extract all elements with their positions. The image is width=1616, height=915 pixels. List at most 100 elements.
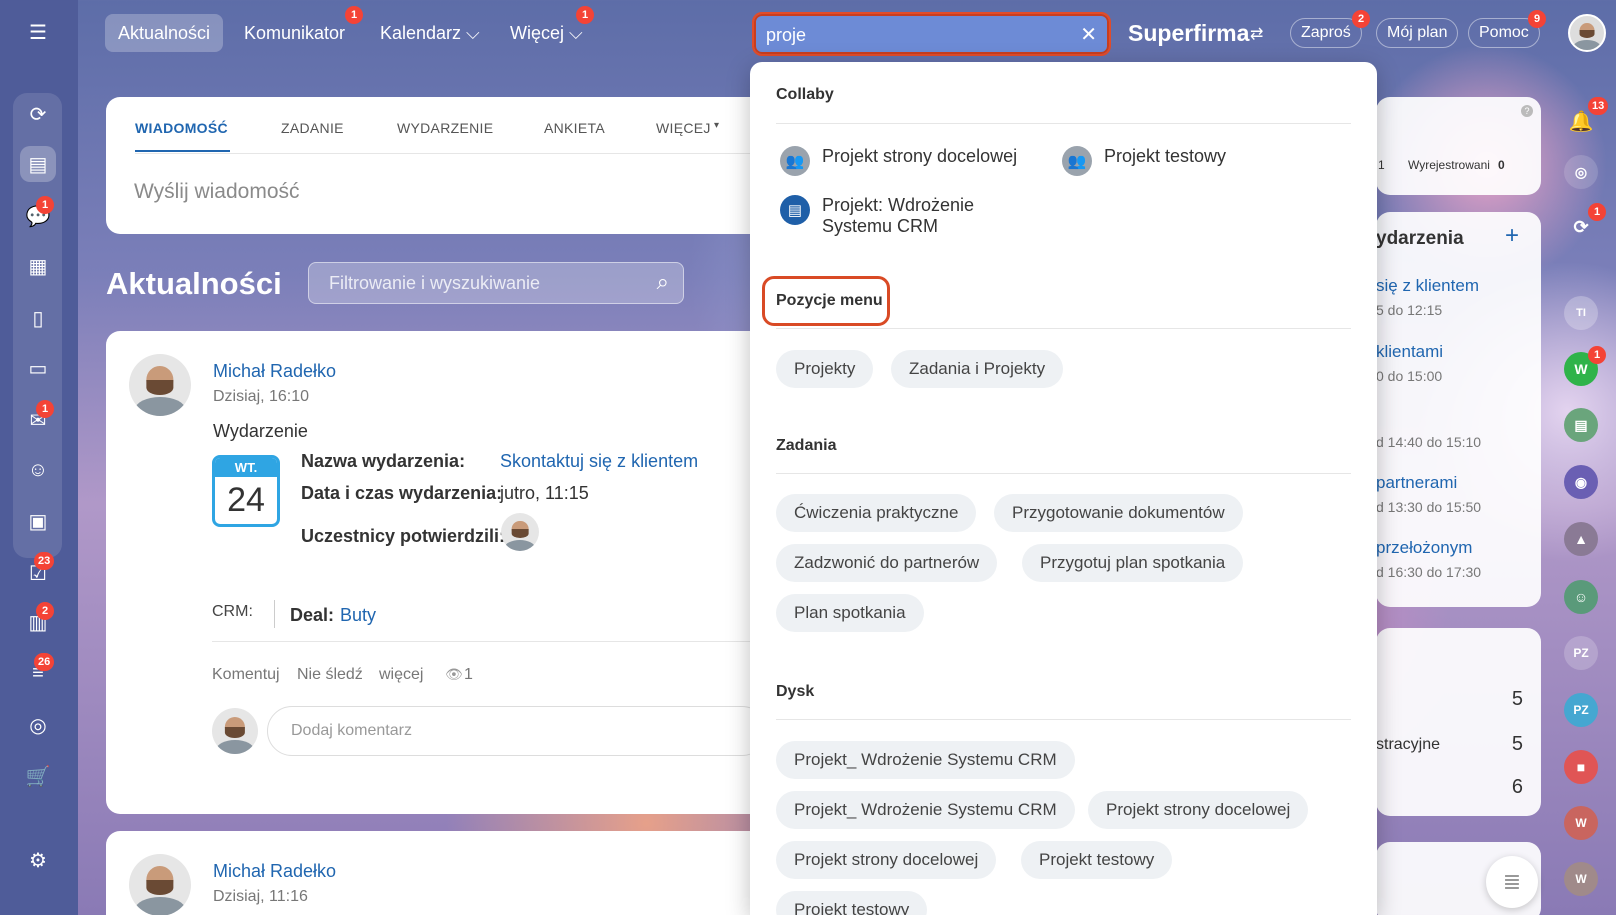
more-link[interactable]: więcej: [379, 666, 423, 684]
workflow-icon[interactable]: ⟳: [20, 96, 56, 132]
left-sidebar: ☰ ⟳ ▤ 💬 1 ▦ ▯ ▭ ✉ 1 ☺ ▣ ☑ 23 ▥ 2 ≡ 26 ◎ …: [0, 0, 78, 915]
comment-link[interactable]: Komentuj: [212, 666, 280, 684]
right-panel-events: ydarzenia + się z klientem 5 do 12:15 kl…: [1376, 212, 1541, 607]
tab-event[interactable]: WYDARZENIE: [397, 120, 493, 136]
list-icon[interactable]: ≣: [1486, 856, 1538, 908]
settings-sliders-icon[interactable]: ⇄: [1250, 24, 1263, 44]
post-author[interactable]: Michał Radełko: [213, 361, 336, 382]
add-comment-field[interactable]: Dodaj komentarz: [267, 706, 767, 756]
post-time[interactable]: Dzisiaj, 16:10: [213, 388, 309, 406]
event-1-title[interactable]: się z klientem: [1376, 276, 1479, 296]
search-icon[interactable]: ⌕: [657, 269, 669, 295]
nav-more[interactable]: Więcej ⌵: [510, 14, 583, 52]
help-icon[interactable]: ?: [1521, 105, 1533, 117]
collab-item[interactable]: 👥 Projekt testowy: [1062, 146, 1226, 176]
document-icon[interactable]: ▯: [20, 300, 56, 336]
event-datetime: jutro, 11:15: [500, 483, 589, 503]
participants-label: Uczestnicy potwierdzili:: [301, 526, 506, 546]
my-plan-button[interactable]: Mój plan: [1376, 18, 1459, 48]
avatar-w-red[interactable]: W: [1564, 806, 1598, 840]
disk-chip[interactable]: Projekt testowy: [1021, 841, 1173, 879]
tab-task[interactable]: ZADANIE: [281, 120, 344, 136]
registered-count: 1: [1378, 158, 1385, 172]
invite-button[interactable]: Zaproś: [1290, 18, 1362, 48]
crm-badge: 2: [36, 602, 54, 620]
crm-divider: [274, 600, 275, 628]
settings-icon[interactable]: ⚙: [20, 842, 56, 878]
unfollow-link[interactable]: Nie śledź: [297, 666, 363, 684]
avatar-pz-1[interactable]: PZ: [1564, 636, 1598, 670]
disk-chip[interactable]: Projekt_ Wdrożenie Systemu CRM: [776, 741, 1075, 779]
clear-search-icon[interactable]: ✕: [1080, 22, 1097, 47]
events-title: ydarzenia: [1376, 228, 1464, 249]
collab-item[interactable]: 👥 Projekt strony docelowej: [780, 146, 1017, 176]
nav-messenger-badge: 1: [345, 6, 363, 24]
post2-time[interactable]: Dzisiaj, 11:16: [213, 888, 308, 906]
task-chip[interactable]: Ćwiczenia praktyczne: [776, 494, 977, 532]
stat-2-value: 5: [1511, 733, 1523, 755]
section-tasks-title: Zadania: [776, 437, 837, 454]
tab-poll[interactable]: ANKIETA: [544, 120, 605, 136]
avatar-ti[interactable]: TI: [1564, 296, 1598, 330]
collab-item[interactable]: ▤ Projekt: Wdrożenie Systemu CRM: [780, 195, 1000, 237]
menu-chip[interactable]: Projekty: [776, 350, 874, 388]
event-2-title[interactable]: klientami: [1376, 342, 1443, 362]
nav-messenger[interactable]: Komunikator: [244, 14, 345, 52]
collab-icon[interactable]: ◉: [1564, 465, 1598, 499]
filter-search-field[interactable]: Filtrowanie i wyszukiwanie ⌕: [308, 262, 684, 304]
composer-placeholder[interactable]: Wyślij wiadomość: [134, 180, 300, 204]
disk-chip[interactable]: Projekt strony docelowej: [776, 841, 997, 879]
chevron-down-icon: ▾: [714, 120, 720, 131]
participant-avatar[interactable]: [501, 513, 539, 551]
avatar-w-grey[interactable]: W: [1564, 862, 1598, 896]
post-card-2: [106, 831, 766, 915]
company-name[interactable]: Superfirma: [1128, 20, 1249, 47]
tab-message[interactable]: WIADOMOŚĆ: [135, 120, 228, 136]
post-author-avatar[interactable]: [129, 354, 191, 416]
calendar-date-icon: WT. 24: [212, 455, 280, 527]
stat-1-value: 5: [1511, 688, 1523, 710]
crm-label: CRM:: [212, 603, 253, 620]
disk-chip[interactable]: Projekt strony docelowej: [1088, 791, 1309, 829]
cart-icon[interactable]: 🛒: [20, 758, 56, 794]
image-avatar[interactable]: ▲: [1564, 522, 1598, 556]
event-4-title[interactable]: partnerami: [1376, 473, 1457, 493]
menu-icon[interactable]: ☰: [20, 14, 56, 50]
disk-chip[interactable]: Projekt testowy: [776, 891, 928, 915]
deal-label: Deal:: [290, 605, 335, 625]
group-icon: 👥: [1062, 146, 1092, 176]
nav-feed[interactable]: Aktualności: [105, 14, 224, 52]
deal-link[interactable]: Buty: [340, 605, 376, 626]
disk-chip[interactable]: Projekt_ Wdrożenie Systemu CRM: [776, 791, 1075, 829]
project-icon: ▤: [780, 195, 810, 225]
eye-icon: 👁: [445, 666, 463, 682]
task-chip[interactable]: Zadzwonić do partnerów: [776, 544, 998, 582]
task-chip[interactable]: Plan spotkania: [776, 594, 924, 632]
group-chat-icon[interactable]: ▤: [1564, 408, 1598, 442]
avatar-pz-2[interactable]: PZ: [1564, 693, 1598, 727]
add-event-icon[interactable]: +: [1505, 222, 1519, 250]
tab-more[interactable]: WIĘCEJ: [656, 120, 711, 136]
video-icon[interactable]: ■: [1564, 750, 1598, 784]
task-chip[interactable]: Przygotowanie dokumentów: [994, 494, 1243, 532]
target-icon[interactable]: ◎: [20, 707, 56, 743]
group-avatar[interactable]: ☺: [1564, 580, 1598, 614]
presentation-icon[interactable]: ▣: [20, 503, 56, 539]
post2-author-avatar[interactable]: [129, 854, 191, 915]
task-chip[interactable]: Przygotuj plan spotkania: [1022, 544, 1244, 582]
drive-icon[interactable]: ▭: [20, 350, 56, 386]
contacts-icon[interactable]: ☺: [20, 452, 56, 488]
menu-chip[interactable]: Zadania i Projekty: [891, 350, 1064, 388]
nav-calendar[interactable]: Kalendarz ⌵: [380, 14, 480, 52]
section-collabs-title: Collaby: [776, 86, 834, 103]
event-5-title[interactable]: przełożonym: [1376, 538, 1472, 558]
target-icon-right[interactable]: ◎: [1564, 155, 1598, 189]
user-avatar[interactable]: [1568, 14, 1606, 52]
filter-placeholder: Filtrowanie i wyszukiwanie: [329, 273, 541, 293]
tab-underline: [135, 150, 230, 152]
calendar-icon[interactable]: ▦: [20, 248, 56, 284]
feed-icon[interactable]: ▤: [20, 146, 56, 182]
search-input[interactable]: [766, 23, 1066, 47]
event-name-link[interactable]: Skontaktuj się z klientem: [500, 451, 698, 472]
post2-author[interactable]: Michał Radełko: [213, 861, 336, 882]
